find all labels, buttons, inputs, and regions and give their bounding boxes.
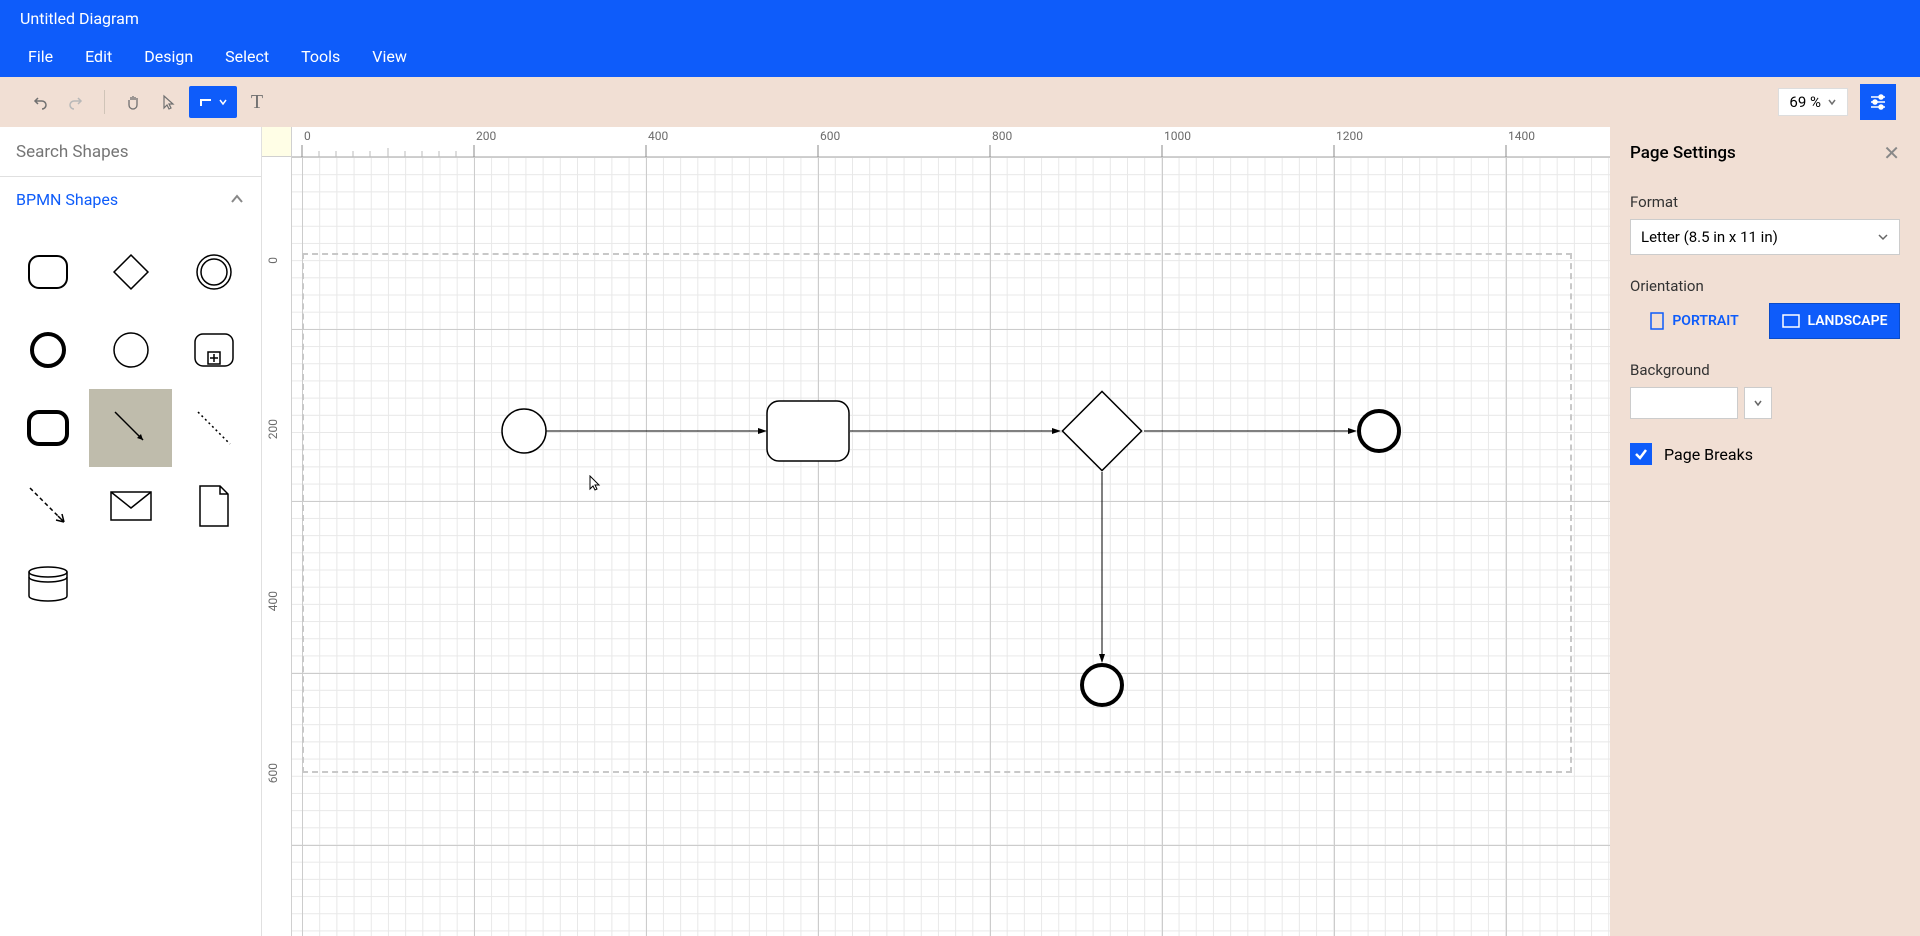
end-event-node[interactable] bbox=[1082, 665, 1122, 705]
page-settings-panel: Page Settings ✕ Format Letter (8.5 in x … bbox=[1610, 127, 1920, 936]
shapes-panel: BPMN Shapes bbox=[0, 127, 262, 936]
chevron-down-icon bbox=[1827, 97, 1837, 107]
pagebreaks-checkbox[interactable] bbox=[1630, 443, 1652, 465]
orientation-landscape-button[interactable]: LANDSCAPE bbox=[1769, 303, 1900, 339]
start-event-node[interactable] bbox=[502, 409, 546, 453]
search-shapes-input[interactable] bbox=[16, 142, 245, 162]
background-color-swatch[interactable] bbox=[1630, 387, 1738, 419]
orientation-portrait-button[interactable]: PORTRAIT bbox=[1630, 303, 1759, 339]
shape-intermediate-event[interactable] bbox=[172, 233, 255, 311]
shapes-palette bbox=[0, 221, 261, 635]
title-bar: Untitled Diagram bbox=[0, 0, 1920, 36]
task-node[interactable] bbox=[767, 401, 849, 461]
shape-subprocess[interactable] bbox=[172, 311, 255, 389]
pointer-tool-button[interactable] bbox=[153, 86, 185, 118]
chevron-up-icon bbox=[229, 191, 245, 207]
shape-activity[interactable] bbox=[6, 389, 89, 467]
diagram-layer bbox=[292, 157, 1610, 936]
text-tool-button[interactable]: T bbox=[241, 86, 273, 118]
menu-design[interactable]: Design bbox=[128, 39, 209, 74]
toolbar-divider bbox=[104, 90, 105, 114]
connector-tool-button[interactable] bbox=[189, 86, 237, 118]
chevron-down-icon bbox=[218, 97, 228, 107]
background-color-dropdown[interactable] bbox=[1744, 387, 1772, 419]
shape-end-event[interactable] bbox=[6, 311, 89, 389]
chevron-down-icon bbox=[1877, 231, 1889, 243]
undo-button[interactable] bbox=[24, 86, 56, 118]
canvas-viewport[interactable] bbox=[292, 157, 1610, 936]
shape-datasource[interactable] bbox=[6, 545, 89, 623]
gateway-node[interactable] bbox=[1062, 391, 1141, 470]
shape-association[interactable] bbox=[172, 389, 255, 467]
ruler-horizontal: 0 200 400 600 800 1000 1200 1400 bbox=[292, 127, 1610, 157]
landscape-icon bbox=[1782, 314, 1800, 328]
app-header: Untitled Diagram File Edit Design Select… bbox=[0, 0, 1920, 77]
menu-view[interactable]: View bbox=[356, 39, 423, 74]
settings-panel-toggle[interactable] bbox=[1860, 84, 1896, 120]
chevron-down-icon bbox=[1753, 398, 1763, 408]
menu-select[interactable]: Select bbox=[209, 39, 285, 74]
menu-bar: File Edit Design Select Tools View bbox=[0, 36, 1920, 77]
pan-tool-button[interactable] bbox=[117, 86, 149, 118]
shape-sequence-flow[interactable] bbox=[89, 389, 172, 467]
category-toggle-bpmn[interactable]: BPMN Shapes bbox=[0, 177, 261, 221]
toolbar: T 69 % bbox=[0, 77, 1920, 127]
format-select[interactable]: Letter (8.5 in x 11 in) bbox=[1630, 219, 1900, 255]
zoom-value: 69 % bbox=[1789, 93, 1821, 111]
background-label: Background bbox=[1630, 361, 1900, 379]
shape-message-flow[interactable] bbox=[6, 467, 89, 545]
sliders-icon bbox=[1868, 92, 1888, 112]
shape-start-event[interactable] bbox=[89, 311, 172, 389]
panel-title: Page Settings bbox=[1630, 143, 1736, 163]
pagebreaks-label: Page Breaks bbox=[1664, 445, 1753, 464]
cursor-icon bbox=[588, 475, 604, 491]
menu-tools[interactable]: Tools bbox=[285, 39, 356, 74]
canvas[interactable]: 0 200 400 600 800 1000 1200 1400 0 200 4… bbox=[262, 127, 1610, 936]
format-label: Format bbox=[1630, 193, 1900, 211]
search-shapes-box bbox=[0, 127, 261, 177]
orientation-label: Orientation bbox=[1630, 277, 1900, 295]
menu-file[interactable]: File bbox=[12, 39, 69, 74]
check-icon bbox=[1634, 447, 1648, 461]
portrait-icon bbox=[1650, 312, 1664, 330]
shape-data-object[interactable] bbox=[172, 467, 255, 545]
category-label: BPMN Shapes bbox=[16, 190, 118, 209]
format-value: Letter (8.5 in x 11 in) bbox=[1641, 228, 1778, 246]
document-title: Untitled Diagram bbox=[20, 9, 139, 28]
menu-edit[interactable]: Edit bbox=[69, 39, 128, 74]
ruler-vertical: 0 200 400 600 bbox=[262, 157, 292, 936]
end-event-node[interactable] bbox=[1359, 411, 1399, 451]
redo-button[interactable] bbox=[60, 86, 92, 118]
zoom-level[interactable]: 69 % bbox=[1778, 88, 1848, 116]
close-panel-button[interactable]: ✕ bbox=[1883, 141, 1900, 165]
shape-gateway[interactable] bbox=[89, 233, 172, 311]
shape-message[interactable] bbox=[89, 467, 172, 545]
ruler-corner bbox=[262, 127, 292, 157]
shape-task[interactable] bbox=[6, 233, 89, 311]
